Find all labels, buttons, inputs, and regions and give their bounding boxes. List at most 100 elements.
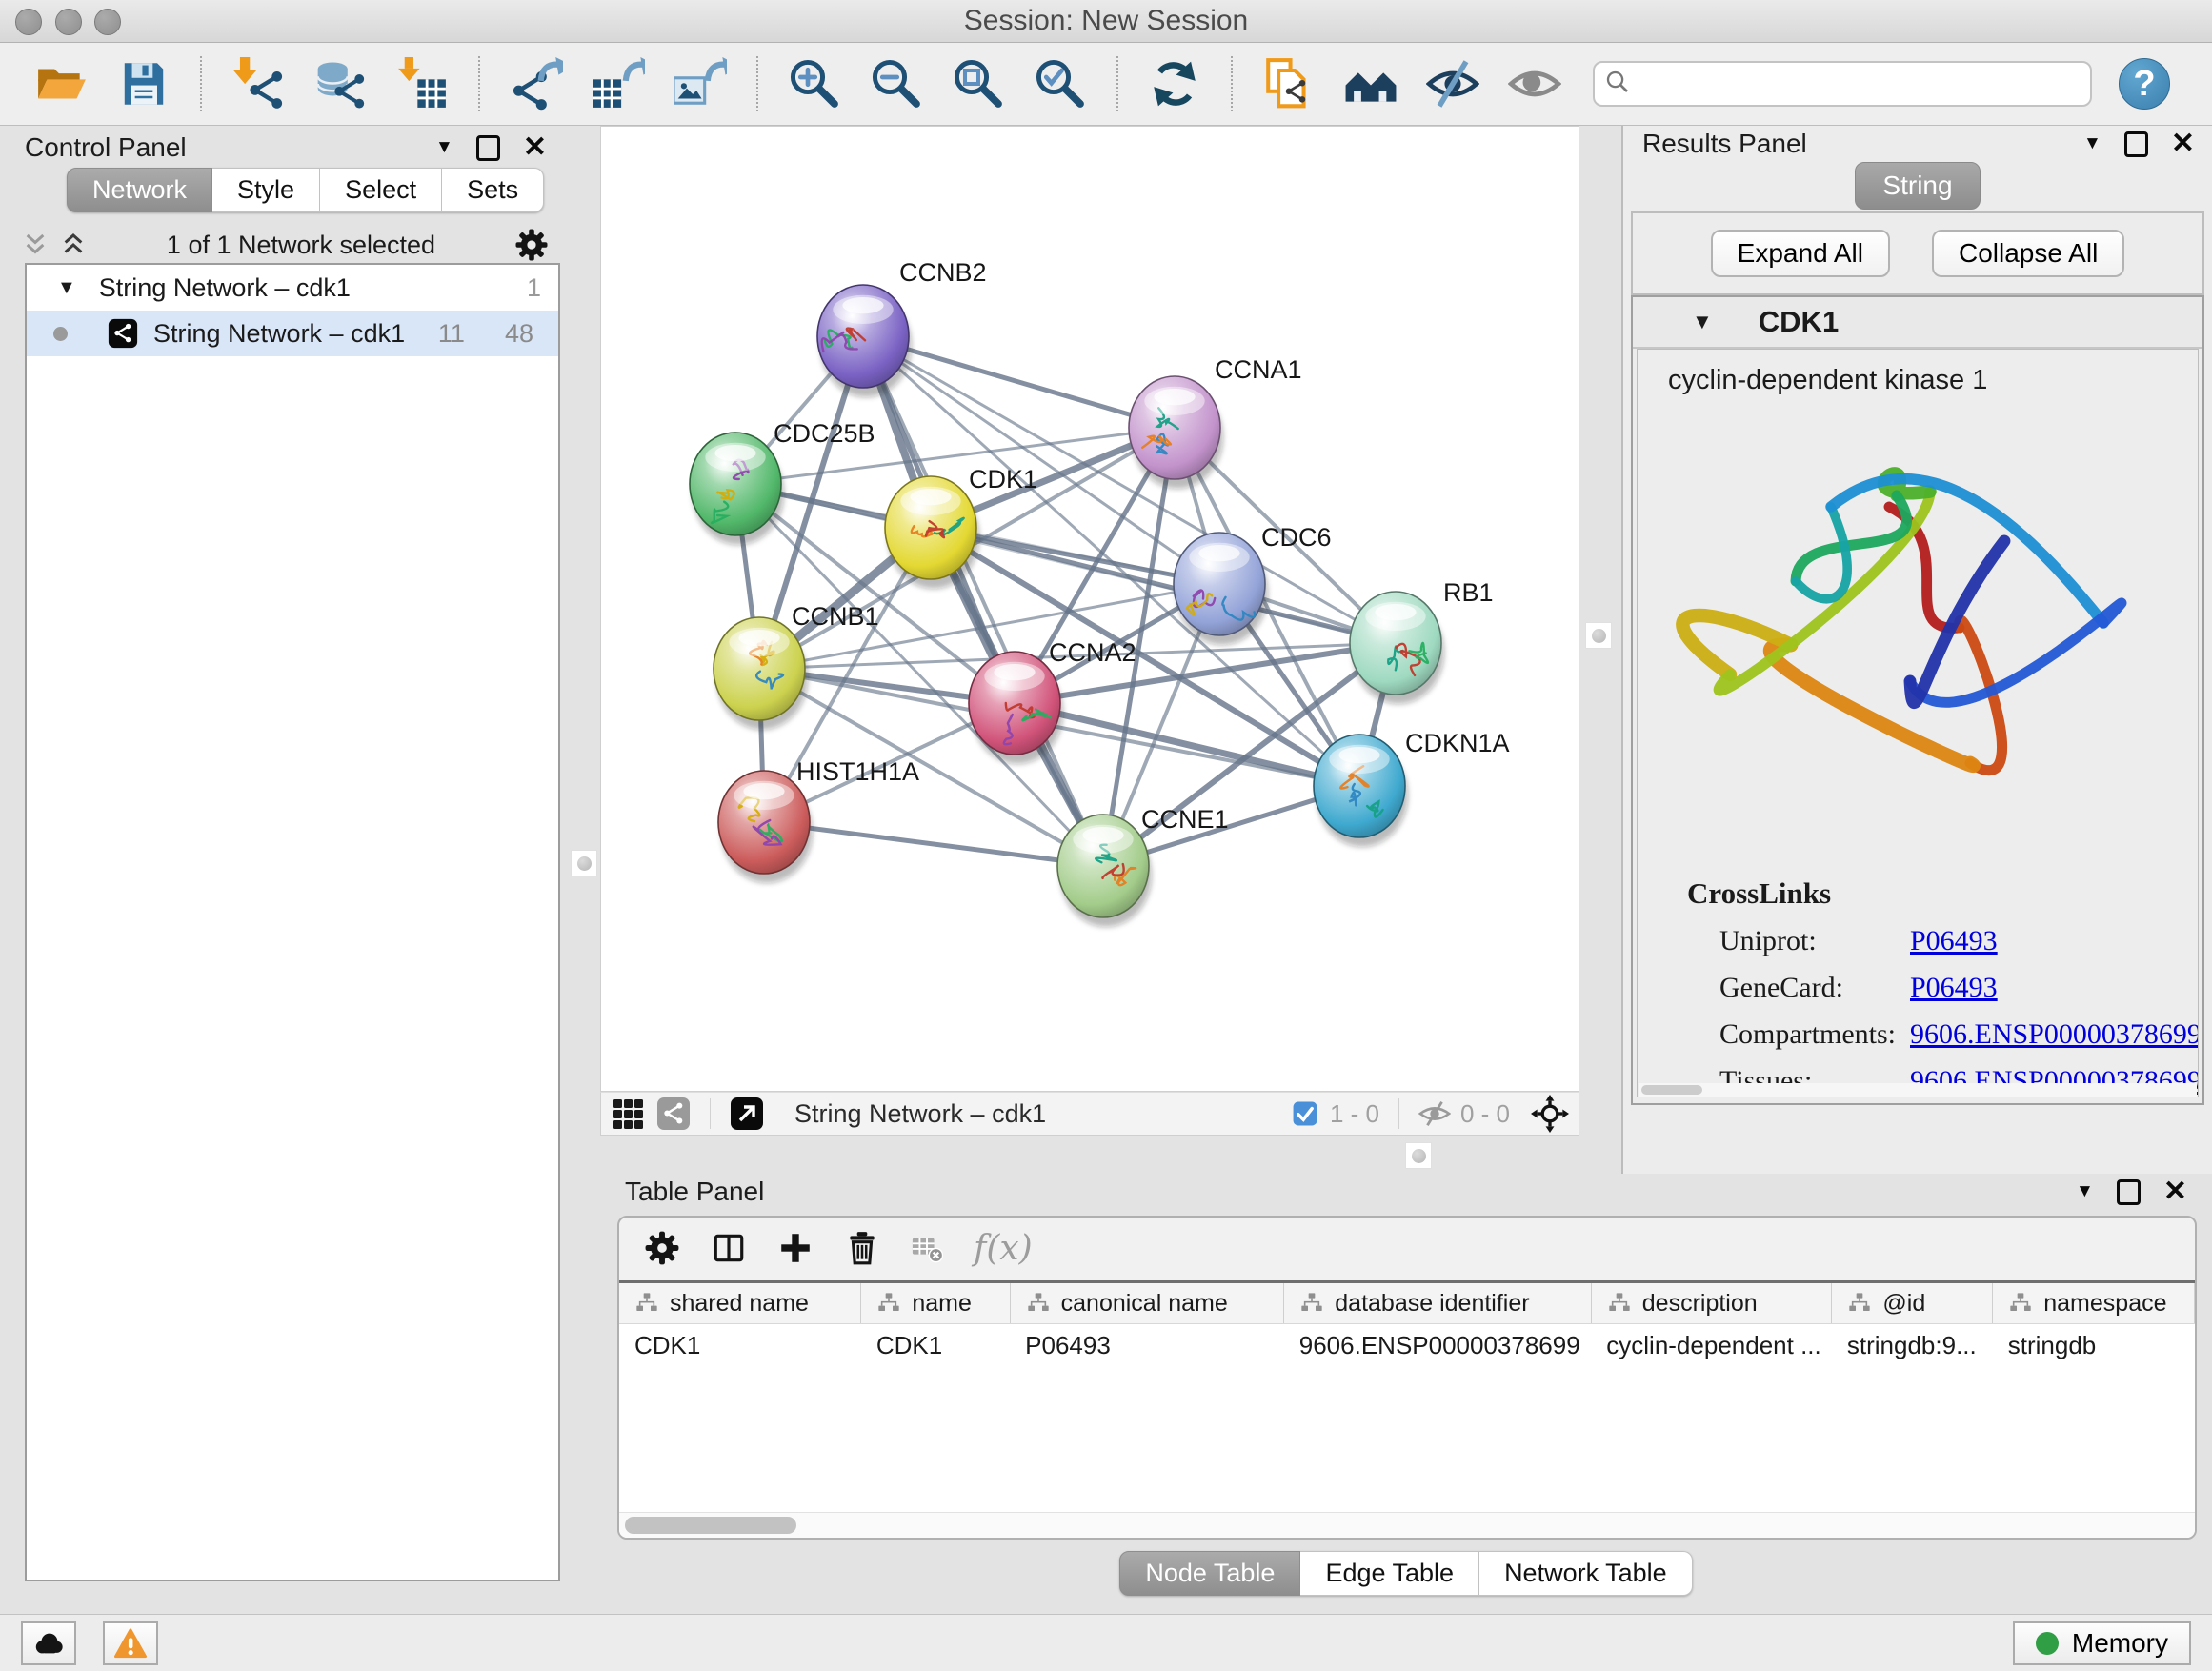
network-node-CCNA2[interactable] xyxy=(969,652,1063,764)
tab-style[interactable]: Style xyxy=(212,168,320,212)
title-bar: Session: New Session xyxy=(0,0,2212,43)
panel-float-icon[interactable] xyxy=(476,135,500,161)
import-network-database-button[interactable] xyxy=(313,57,367,111)
network-node-CCNB1[interactable] xyxy=(714,617,808,730)
network-node-CDC6[interactable] xyxy=(1174,533,1268,645)
table-cell[interactable]: CDK1 xyxy=(619,1324,861,1367)
network-thumbnail-icon[interactable] xyxy=(656,1097,691,1131)
export-network-button[interactable] xyxy=(510,57,563,111)
collection-expand-icon[interactable]: ▼ xyxy=(57,277,76,299)
zoom-fit-button[interactable] xyxy=(952,57,1005,111)
tab-edge-table[interactable]: Edge Table xyxy=(1300,1551,1479,1596)
network-node-CDK1[interactable] xyxy=(885,476,979,589)
expand-all-networks-icon[interactable] xyxy=(59,231,88,259)
show-grid-icon[interactable] xyxy=(611,1097,645,1131)
column-header-database-identifier[interactable]: database identifier xyxy=(1284,1283,1592,1324)
table-cell[interactable]: cyclin-dependent ... xyxy=(1591,1324,1832,1367)
column-header-canonical-name[interactable]: canonical name xyxy=(1010,1283,1284,1324)
network-node-HIST1H1A[interactable] xyxy=(718,771,813,883)
fit-selection-crosshair-icon[interactable] xyxy=(1531,1095,1569,1133)
new-network-from-selection-button[interactable] xyxy=(1262,57,1316,111)
zoom-selected-button[interactable] xyxy=(1034,57,1087,111)
tab-sets[interactable]: Sets xyxy=(442,168,544,212)
zoom-out-button[interactable] xyxy=(870,57,923,111)
expand-all-button[interactable]: Expand All xyxy=(1711,230,1890,277)
network-collection-row[interactable]: ▼ String Network – cdk1 1 xyxy=(27,265,558,311)
column-header-name[interactable]: name xyxy=(861,1283,1010,1324)
column-header-shared-name[interactable]: shared name xyxy=(619,1283,861,1324)
network-node-CCNB2[interactable] xyxy=(817,285,912,397)
entry-scrollbar[interactable] xyxy=(1639,1083,2197,1097)
crosslink-link[interactable]: 9606.ENSP00000378699 xyxy=(1910,1018,2199,1051)
panel-float-icon[interactable] xyxy=(2124,131,2148,157)
selected-checkbox-icon[interactable] xyxy=(1290,1098,1320,1129)
tab-select[interactable]: Select xyxy=(320,168,442,212)
crosslink-link[interactable]: P06493 xyxy=(1910,972,1998,1004)
network-node-CCNE1[interactable] xyxy=(1057,815,1152,927)
import-table-file-button[interactable] xyxy=(395,57,449,111)
node-details-header[interactable]: ▼ CDK1 xyxy=(1633,297,2202,349)
warnings-button[interactable] xyxy=(103,1621,158,1665)
network-node-CDC25B[interactable] xyxy=(690,433,784,545)
import-network-file-icon xyxy=(231,57,285,111)
table-cell[interactable]: 9606.ENSP00000378699 xyxy=(1284,1324,1592,1367)
crosslink-link[interactable]: P06493 xyxy=(1910,925,1998,957)
zoom-in-button[interactable] xyxy=(788,57,841,111)
table-cell[interactable]: CDK1 xyxy=(861,1324,1010,1367)
add-column-icon[interactable] xyxy=(777,1230,814,1266)
tab-string[interactable]: String xyxy=(1855,162,1980,210)
open-file-button[interactable] xyxy=(35,57,89,111)
table-cell[interactable]: P06493 xyxy=(1010,1324,1284,1367)
first-neighbors-button[interactable] xyxy=(1344,57,1398,111)
network-options-gear-icon[interactable] xyxy=(514,228,549,262)
tab-network[interactable]: Network xyxy=(67,168,212,212)
apply-layout-button[interactable] xyxy=(1148,57,1201,111)
network-row-selected[interactable]: String Network – cdk1 11 48 xyxy=(27,311,558,356)
show-all-button[interactable] xyxy=(1508,57,1561,111)
table-horizontal-scrollbar[interactable] xyxy=(619,1512,2195,1538)
crosslinks-title: CrossLinks xyxy=(1687,876,2198,911)
memory-button[interactable]: Memory xyxy=(2013,1621,2191,1665)
collapse-all-networks-icon[interactable] xyxy=(21,231,50,259)
delete-column-icon[interactable] xyxy=(844,1230,880,1266)
panel-menu-icon[interactable]: ▼ xyxy=(435,137,453,158)
import-network-file-button[interactable] xyxy=(231,57,285,111)
collapse-all-button[interactable]: Collapse All xyxy=(1932,230,2124,277)
export-image-button[interactable] xyxy=(674,57,727,111)
tab-node-table[interactable]: Node Table xyxy=(1119,1551,1300,1596)
scrollbar-thumb[interactable] xyxy=(625,1517,796,1534)
splitter-handle-right[interactable] xyxy=(1585,622,1612,649)
hidden-eye-icon[interactable] xyxy=(1418,1097,1451,1130)
save-session-button[interactable] xyxy=(117,57,171,111)
panel-close-icon[interactable]: ✕ xyxy=(2163,1178,2187,1206)
column-header-description[interactable]: description xyxy=(1591,1283,1832,1324)
hide-selected-button[interactable] xyxy=(1426,57,1479,111)
search-box[interactable] xyxy=(1593,61,2092,107)
panel-close-icon[interactable]: ✕ xyxy=(523,133,547,162)
panel-close-icon[interactable]: ✕ xyxy=(2171,130,2195,158)
zoom-fit-icon xyxy=(952,57,1005,111)
search-input[interactable] xyxy=(1635,65,2081,103)
help-button[interactable]: ? xyxy=(2119,58,2170,110)
export-table-button[interactable] xyxy=(592,57,645,111)
panel-menu-icon[interactable]: ▼ xyxy=(2083,133,2101,154)
network-node-RB1[interactable] xyxy=(1350,592,1444,704)
splitter-handle-left[interactable] xyxy=(571,850,597,876)
network-node-CCNA1[interactable] xyxy=(1129,376,1223,489)
panel-float-icon[interactable] xyxy=(2117,1179,2141,1205)
tab-network-table[interactable]: Network Table xyxy=(1479,1551,1693,1596)
show-columns-icon[interactable] xyxy=(711,1230,747,1266)
column-header--id[interactable]: @id xyxy=(1832,1283,1993,1324)
cloud-button[interactable] xyxy=(21,1621,76,1665)
table-cell[interactable]: stringdb:9... xyxy=(1832,1324,1993,1367)
table-row[interactable]: CDK1CDK1P064939606.ENSP00000378699cyclin… xyxy=(619,1324,2195,1367)
network-node-CDKN1A[interactable] xyxy=(1314,735,1408,847)
entry-collapse-icon[interactable]: ▼ xyxy=(1692,310,1713,334)
detach-view-icon[interactable] xyxy=(730,1097,764,1131)
splitter-handle-horizontal[interactable] xyxy=(1405,1142,1432,1169)
table-cell[interactable]: stringdb xyxy=(1993,1324,2195,1367)
column-header-namespace[interactable]: namespace xyxy=(1993,1283,2195,1324)
table-options-gear-icon[interactable] xyxy=(644,1230,680,1266)
network-canvas[interactable]: CCNB2CCNA1CDC25BCDK1CDC6RB1CCNB1CCNA2CDK… xyxy=(600,126,1579,1092)
panel-menu-icon[interactable]: ▼ xyxy=(2076,1181,2094,1202)
